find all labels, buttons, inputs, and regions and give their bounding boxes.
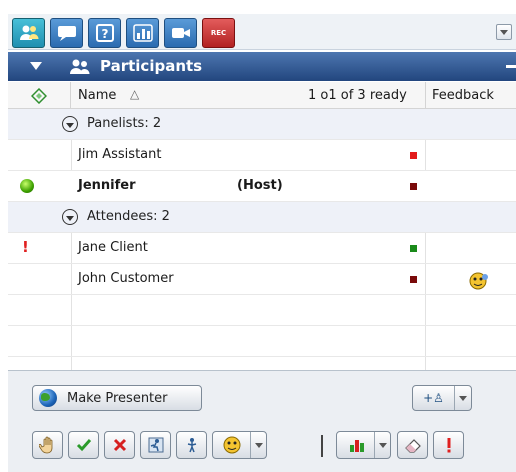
column-header: Name △ 1 o1 of 3 ready Feedback (8, 82, 516, 109)
minimize-icon[interactable] (506, 65, 516, 68)
people-icon (68, 58, 92, 80)
record-icon[interactable]: REC (202, 18, 235, 48)
participant-name: Jim Assistant (78, 147, 162, 162)
record-label: REC (210, 29, 227, 37)
status-square-icon (410, 245, 417, 252)
participant-row[interactable]: John Customer (8, 264, 516, 295)
participant-name: John Customer (78, 271, 174, 286)
status-square-icon (410, 276, 417, 283)
poll-icon[interactable] (126, 18, 159, 48)
add-participant-icon: +♙ (413, 386, 455, 410)
group-label: Panelists: 2 (87, 116, 162, 131)
alert-icon: ! (22, 238, 29, 256)
expand-toggle-icon[interactable] (62, 116, 78, 132)
group-attendees[interactable]: Attendees: 2 (8, 202, 516, 233)
participant-name: Jane Client (78, 240, 148, 255)
panel-title: Participants (100, 57, 203, 75)
chevron-down-icon[interactable] (250, 432, 266, 458)
panel-options-icon[interactable] (496, 24, 512, 40)
participants-header: Participants (8, 52, 516, 81)
exclamation-icon[interactable] (433, 431, 464, 459)
group-label: Attendees: 2 (87, 209, 170, 224)
svg-text:?: ? (101, 27, 108, 41)
bar-chart-icon[interactable] (336, 431, 391, 459)
participants-icon[interactable] (12, 18, 45, 48)
participant-name: Jennifer (78, 178, 136, 193)
participant-row[interactable]: ! Jane Client (8, 233, 516, 264)
separator (321, 435, 323, 457)
make-presenter-button[interactable]: Make Presenter (32, 385, 202, 411)
status-column-icon[interactable] (8, 82, 71, 109)
emoticon-icon (468, 272, 490, 294)
participant-actions: Make Presenter +♙ (8, 370, 516, 472)
chevron-down-icon[interactable] (374, 432, 390, 458)
presenter-ball-icon (20, 179, 34, 193)
video-icon[interactable] (164, 18, 197, 48)
expand-toggle-icon[interactable] (62, 209, 78, 225)
name-column-header[interactable]: Name (78, 88, 116, 103)
emoticon-icon[interactable] (212, 431, 267, 459)
collapse-icon[interactable] (30, 62, 42, 70)
status-square-icon (410, 152, 417, 159)
check-icon[interactable] (68, 431, 99, 459)
globe-icon (39, 389, 57, 407)
add-participant-button[interactable]: +♙ (412, 385, 472, 411)
feedback-column-header[interactable]: Feedback (432, 88, 494, 103)
chevron-down-icon[interactable] (454, 386, 471, 410)
raise-hand-icon[interactable] (32, 431, 63, 459)
slow-down-icon[interactable] (176, 431, 207, 459)
panel-toolbar: ? REC (8, 14, 516, 50)
sort-indicator-icon[interactable]: △ (130, 87, 139, 101)
status-square-icon (410, 183, 417, 190)
make-presenter-label: Make Presenter (67, 390, 168, 406)
chat-icon[interactable] (50, 18, 83, 48)
help-icon[interactable]: ? (88, 18, 121, 48)
participant-list: Panelists: 2 Jim Assistant Jennifer (Hos… (8, 109, 516, 370)
participant-row[interactable]: Jim Assistant (8, 140, 516, 171)
host-label: (Host) (237, 178, 283, 193)
group-panelists[interactable]: Panelists: 2 (8, 109, 516, 140)
ready-count: 1 o1 of 3 ready (308, 88, 407, 103)
eraser-icon[interactable] (397, 431, 428, 459)
participant-row[interactable]: Jennifer (Host) (8, 171, 516, 202)
cross-icon[interactable] (104, 431, 135, 459)
speed-up-icon[interactable] (140, 431, 171, 459)
